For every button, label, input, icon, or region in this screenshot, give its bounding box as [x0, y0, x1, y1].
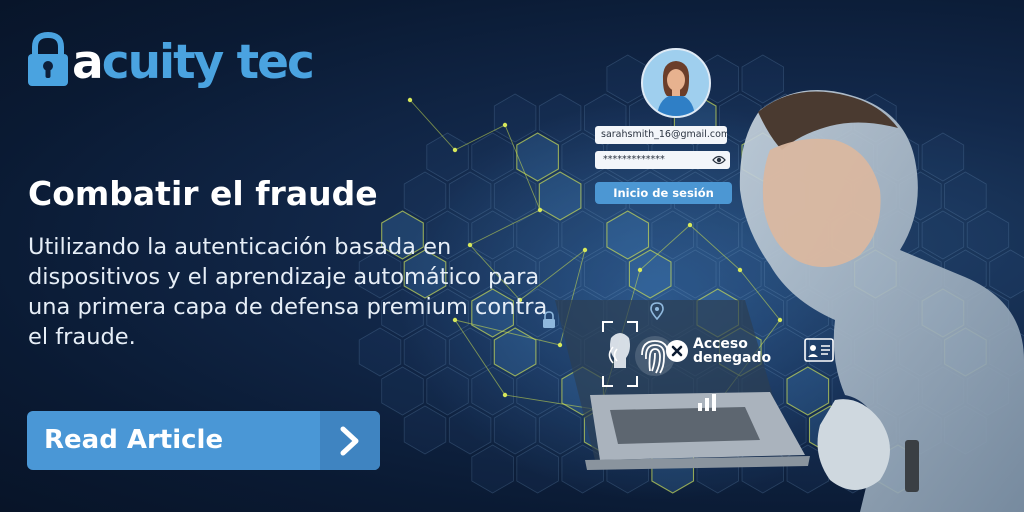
brand-name: cuity tec [101, 35, 315, 90]
close-icon [666, 340, 688, 362]
user-avatar [641, 48, 711, 118]
login-button[interactable]: Inicio de sesión [595, 182, 732, 204]
read-article-button[interactable]: Read Article [27, 411, 380, 470]
subheadline: Utilizando la autenticación basada en di… [28, 234, 548, 350]
network-node [777, 317, 783, 323]
hex-cell [921, 210, 965, 260]
hex-cell [381, 366, 424, 416]
hex-cell [989, 249, 1024, 299]
voice-wave-icon [608, 346, 618, 364]
password-mask: ************* [603, 154, 665, 165]
read-article-label: Read Article [44, 425, 224, 455]
password-field[interactable]: ************* [595, 151, 730, 169]
chart-icon [698, 394, 716, 411]
hex-cell [741, 54, 784, 104]
network-node [502, 392, 508, 398]
hex-cell [403, 405, 447, 455]
lock-icon [543, 311, 555, 328]
network-node [687, 222, 693, 228]
location-pin-icon [650, 302, 664, 320]
hex-cell [966, 210, 1010, 260]
network-node [502, 122, 508, 128]
hex-cell [921, 132, 965, 182]
network-node [452, 147, 458, 153]
brand-logo[interactable]: acuity tec [26, 26, 315, 90]
hero-banner: acuity tec Combatir el fraude Utilizando… [0, 0, 1024, 512]
network-node [737, 267, 743, 273]
network-node [637, 267, 643, 273]
access-denied-line2: denegado [693, 350, 772, 366]
email-field[interactable]: sarahsmith_16@gmail.com [595, 126, 727, 144]
eye-icon[interactable] [712, 154, 726, 166]
network-node [582, 247, 588, 253]
id-card-icon [804, 338, 834, 362]
chevron-right-icon [320, 411, 380, 470]
network-node [557, 342, 563, 348]
headline: Combatir el fraude [28, 174, 378, 213]
padlock-icon [28, 32, 68, 86]
brand-wordmark: acuity tec [72, 35, 315, 90]
network-node [407, 97, 413, 103]
access-denied-badge: Acceso denegado [666, 337, 771, 365]
hex-cell [944, 171, 987, 221]
access-denied-text: Acceso denegado [693, 337, 771, 365]
brand-prefix: a [72, 35, 104, 90]
network-node [537, 207, 543, 213]
